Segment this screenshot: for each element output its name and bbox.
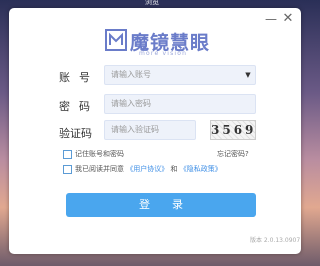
agree-and: 和 xyxy=(170,165,178,173)
password-input[interactable]: 请输入密码 xyxy=(104,94,256,114)
agree-prefix: 我已阅读并同意 xyxy=(75,165,124,173)
login-window: — ✕ 魔镜慧眼 more vision 账号 请输入账号 ▼ 密码 请输入密码… xyxy=(9,8,301,254)
m-logo-icon xyxy=(105,29,127,51)
forgot-password-link[interactable]: 忘记密码? xyxy=(217,149,249,159)
desktop-label: 浏览 xyxy=(145,0,159,6)
chevron-down-icon[interactable]: ▼ xyxy=(241,66,255,84)
logo-subtitle: more vision xyxy=(139,50,188,57)
captcha-input[interactable]: 请输入验证码 xyxy=(104,120,196,140)
remember-checkbox[interactable] xyxy=(63,150,72,159)
agree-checkbox[interactable] xyxy=(63,165,72,174)
captcha-label: 验证码 xyxy=(59,127,92,140)
agree-text: 我已阅读并同意 《用户协议》 和 《隐私政策》 xyxy=(75,164,222,174)
remember-label: 记住账号和密码 xyxy=(75,150,124,158)
account-placeholder: 请输入账号 xyxy=(111,70,151,79)
user-agreement-link[interactable]: 《用户协议》 xyxy=(126,165,168,173)
captcha-placeholder: 请输入验证码 xyxy=(111,125,159,134)
password-placeholder: 请输入密码 xyxy=(111,99,151,108)
password-label: 密码 xyxy=(59,100,99,113)
privacy-policy-link[interactable]: 《隐私政策》 xyxy=(180,165,222,173)
captcha-image[interactable]: 3569 xyxy=(210,120,256,140)
account-input[interactable]: 请输入账号 ▼ xyxy=(104,65,256,85)
version-text: 版本 2.0.13.0907 xyxy=(250,237,301,244)
account-label: 账号 xyxy=(59,71,99,84)
minimize-icon[interactable]: — xyxy=(264,12,278,26)
login-button[interactable]: 登录 xyxy=(66,193,256,217)
close-icon[interactable]: ✕ xyxy=(281,12,295,26)
